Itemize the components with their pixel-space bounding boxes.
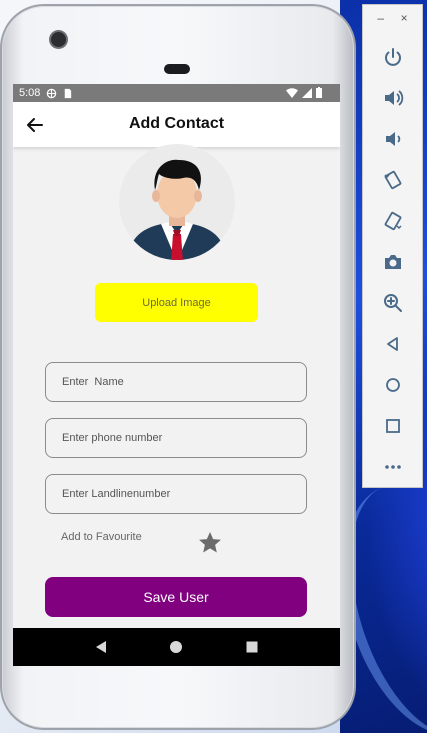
zoom-icon[interactable] [382, 292, 404, 314]
phone-device: 5:08 Add Contact Upload Image Enter Name… [0, 4, 356, 730]
home-icon[interactable] [382, 374, 404, 396]
android-nav-bar [13, 628, 340, 666]
signal-icon [302, 87, 312, 98]
wifi-icon [286, 87, 298, 98]
battery-icon [316, 87, 322, 98]
settings-status-icon [47, 88, 57, 98]
phone-input[interactable] [45, 418, 307, 458]
power-icon[interactable] [382, 46, 404, 68]
star-icon[interactable] [197, 530, 223, 556]
nav-recents-icon[interactable] [245, 640, 259, 654]
overview-icon[interactable] [382, 415, 404, 437]
phone-screen: 5:08 Add Contact Upload Image Enter Name… [13, 84, 340, 666]
status-bar: 5:08 [13, 84, 340, 102]
front-camera [51, 32, 66, 47]
earpiece-speaker [164, 64, 190, 74]
volume-down-icon[interactable] [382, 128, 404, 150]
favourite-label: Add to Favourite [61, 531, 142, 543]
emulator-toolbar: – × [362, 4, 423, 488]
page-title: Add Contact [128, 115, 225, 132]
back-icon[interactable] [382, 333, 404, 355]
name-input[interactable] [45, 362, 307, 402]
status-time: 5:08 [19, 87, 41, 99]
close-icon[interactable]: × [401, 11, 408, 25]
minimize-icon[interactable]: – [377, 11, 384, 25]
nav-back-icon[interactable] [94, 640, 108, 654]
window-controls: – × [363, 11, 422, 25]
landline-input[interactable] [45, 474, 307, 514]
rotate-left-icon[interactable] [382, 169, 404, 191]
camera-icon[interactable] [382, 251, 404, 273]
app-bar: Add Contact [13, 102, 340, 147]
volume-up-icon[interactable] [382, 87, 404, 109]
more-icon[interactable] [382, 456, 404, 478]
save-user-button[interactable]: Save User [45, 577, 307, 617]
avatar[interactable] [117, 142, 237, 262]
nav-home-icon[interactable] [169, 640, 183, 654]
sdcard-status-icon [65, 88, 72, 98]
upload-image-button[interactable]: Upload Image [95, 283, 258, 322]
rotate-right-icon[interactable] [382, 210, 404, 232]
